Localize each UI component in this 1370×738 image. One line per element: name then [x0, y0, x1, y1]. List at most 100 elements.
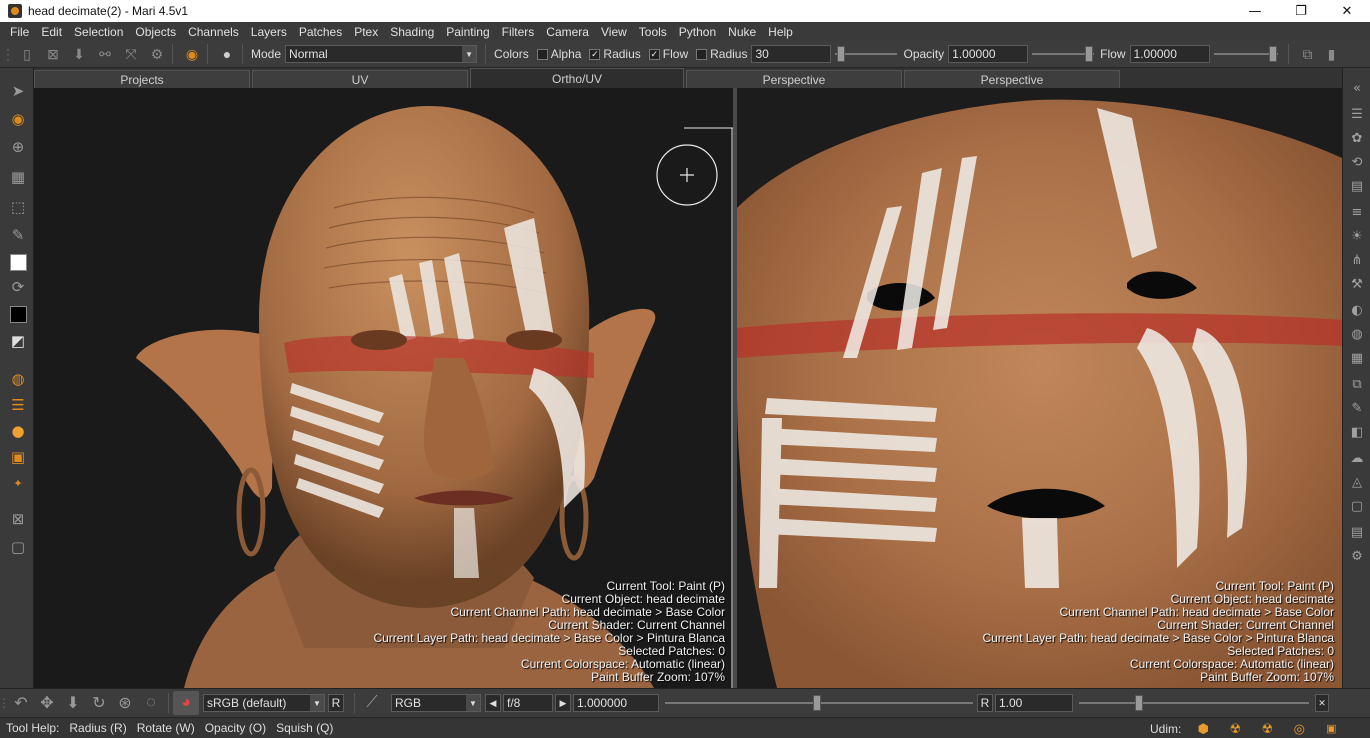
- minimize-button[interactable]: —: [1232, 0, 1278, 22]
- color-wheel-icon[interactable]: ◕: [173, 691, 199, 715]
- menu-ptex[interactable]: Ptex: [348, 25, 384, 39]
- colorspace-r-button[interactable]: R: [328, 694, 344, 712]
- gamma-r-button[interactable]: R: [977, 694, 993, 712]
- menu-file[interactable]: File: [4, 25, 35, 39]
- textures-panel-icon[interactable]: ◧: [1347, 422, 1367, 442]
- menu-selection[interactable]: Selection: [68, 25, 129, 39]
- marquee-select-icon[interactable]: ⬚: [7, 196, 29, 218]
- flow-input[interactable]: 1.00000: [1129, 45, 1210, 63]
- radius-checkbox[interactable]: ✓: [589, 48, 601, 60]
- menu-camera[interactable]: Camera: [540, 25, 595, 39]
- frame-panel-icon[interactable]: ▢: [1347, 496, 1367, 516]
- link-icon[interactable]: ⚯: [94, 43, 116, 65]
- frame-icon[interactable]: ▢: [7, 536, 29, 558]
- settings-panel-icon[interactable]: ⚙: [1347, 546, 1367, 566]
- paint-through-icon[interactable]: ◍: [7, 368, 29, 390]
- crop-icon[interactable]: ⊠: [7, 508, 29, 530]
- tab-uv[interactable]: UV: [252, 70, 468, 88]
- lut-icon[interactable]: ⟋: [359, 691, 385, 715]
- transform-icon[interactable]: ⤧: [120, 43, 142, 65]
- mode-select[interactable]: Normal ▼: [285, 45, 478, 63]
- target-icon[interactable]: ◎: [1289, 720, 1309, 738]
- menu-shading[interactable]: Shading: [384, 25, 440, 39]
- hex-badge-icon[interactable]: ⬢: [1193, 720, 1213, 738]
- maximize-button[interactable]: ❐: [1278, 0, 1324, 22]
- reset-colors-icon[interactable]: ◩: [7, 330, 29, 352]
- undo-view-icon[interactable]: ↶: [8, 691, 34, 715]
- eyedropper-icon[interactable]: ✎: [7, 224, 29, 246]
- stack-panel-icon[interactable]: ▤: [1347, 522, 1367, 542]
- menu-tools[interactable]: Tools: [633, 25, 673, 39]
- flow-slider[interactable]: [1213, 45, 1278, 63]
- image-manager-icon[interactable]: ▤: [1347, 176, 1367, 196]
- gain-input[interactable]: 1.000000: [573, 694, 659, 712]
- bake-icon[interactable]: ⬇: [68, 43, 90, 65]
- tab-perspective-2[interactable]: Perspective: [904, 70, 1120, 88]
- menu-help[interactable]: Help: [762, 25, 799, 39]
- sphere-icon[interactable]: ●: [7, 420, 29, 442]
- channel-select[interactable]: RGB ▼: [391, 694, 481, 712]
- gain-slider[interactable]: [665, 694, 973, 712]
- gamma-reset-button[interactable]: ✕: [1315, 694, 1329, 712]
- sparkle-icon[interactable]: ✦: [7, 472, 29, 494]
- colors-panel-icon[interactable]: ◐: [1347, 300, 1367, 320]
- close-button[interactable]: ✕: [1324, 0, 1370, 22]
- menu-nuke[interactable]: Nuke: [722, 25, 762, 39]
- paint-tool-icon[interactable]: ◉: [7, 108, 29, 130]
- palette-panel-icon[interactable]: ◍: [1347, 324, 1367, 344]
- alpha-checkbox[interactable]: [536, 48, 548, 60]
- nodes-panel-icon[interactable]: ⋔: [1347, 250, 1367, 270]
- lasso-icon[interactable]: ◌: [138, 691, 164, 715]
- fstop-increase-button[interactable]: ▶: [555, 694, 571, 712]
- menu-layers[interactable]: Layers: [245, 25, 293, 39]
- select-arrow-icon[interactable]: ➤: [7, 80, 29, 102]
- menu-painting[interactable]: Painting: [440, 25, 495, 39]
- fstop-decrease-button[interactable]: ◀: [485, 694, 501, 712]
- orbit-icon[interactable]: ⊛: [112, 691, 138, 715]
- menu-objects[interactable]: Objects: [129, 25, 182, 39]
- menu-filters[interactable]: Filters: [496, 25, 541, 39]
- dolly-icon[interactable]: ⬇: [60, 691, 86, 715]
- opacity-input[interactable]: 1.00000: [948, 45, 1029, 63]
- brush-preset-icon[interactable]: ●: [216, 43, 238, 65]
- history-panel-icon[interactable]: ⟲: [1347, 152, 1367, 172]
- panel-expand-icon[interactable]: ▮: [1321, 43, 1343, 65]
- radiation-icon[interactable]: ☢: [1225, 720, 1245, 738]
- zoom-tool-icon[interactable]: ⊕: [7, 136, 29, 158]
- menu-python[interactable]: Python: [673, 25, 722, 39]
- radius-input[interactable]: 30: [751, 45, 832, 63]
- opacity-slider[interactable]: [1032, 45, 1095, 63]
- brush-target-icon[interactable]: ◉: [181, 43, 203, 65]
- channels-panel-icon[interactable]: ≡: [1347, 202, 1367, 222]
- swap-colors-icon[interactable]: ⟳: [7, 276, 29, 298]
- radius-slider[interactable]: [835, 45, 898, 63]
- tools-panel-icon[interactable]: ⚒: [1347, 274, 1367, 294]
- projection-icon[interactable]: ▣: [7, 446, 29, 468]
- lod-icon[interactable]: ▣: [1321, 720, 1341, 738]
- grid-tool-icon[interactable]: ▦: [7, 166, 29, 188]
- warning-radiation-icon[interactable]: ☢: [1257, 720, 1277, 738]
- tumble-icon[interactable]: ↻: [86, 691, 112, 715]
- tab-projects[interactable]: Projects: [34, 70, 250, 88]
- grid-panel-icon[interactable]: ▦: [1347, 348, 1367, 368]
- cloud-panel-icon[interactable]: ☁: [1347, 448, 1367, 468]
- menu-view[interactable]: View: [595, 25, 633, 39]
- lock-icon[interactable]: ⚙: [146, 43, 168, 65]
- layer-stack-icon[interactable]: ☰: [7, 394, 29, 416]
- menu-patches[interactable]: Patches: [293, 25, 348, 39]
- gamma-input[interactable]: 1.00: [995, 694, 1073, 712]
- lights-panel-icon[interactable]: ☀: [1347, 226, 1367, 246]
- menu-edit[interactable]: Edit: [35, 25, 68, 39]
- tab-ortho-uv[interactable]: Ortho/UV: [470, 68, 684, 88]
- colorspace-select[interactable]: sRGB (default) ▼: [203, 694, 325, 712]
- viewport-uv[interactable]: Current Tool: Paint (P) Current Object: …: [737, 88, 1342, 688]
- clear-icon[interactable]: ⊠: [42, 43, 64, 65]
- foreground-color-swatch[interactable]: [10, 254, 27, 271]
- layers-panel-icon[interactable]: ☰: [1347, 104, 1367, 124]
- radius-pressure-checkbox[interactable]: [696, 48, 708, 60]
- gamma-slider[interactable]: [1079, 694, 1309, 712]
- snapshots-panel-icon[interactable]: ⧉: [1347, 374, 1367, 394]
- fstop-input[interactable]: f/8: [503, 694, 553, 712]
- shelf-panel-icon[interactable]: ✿: [1347, 128, 1367, 148]
- tab-perspective-1[interactable]: Perspective: [686, 70, 902, 88]
